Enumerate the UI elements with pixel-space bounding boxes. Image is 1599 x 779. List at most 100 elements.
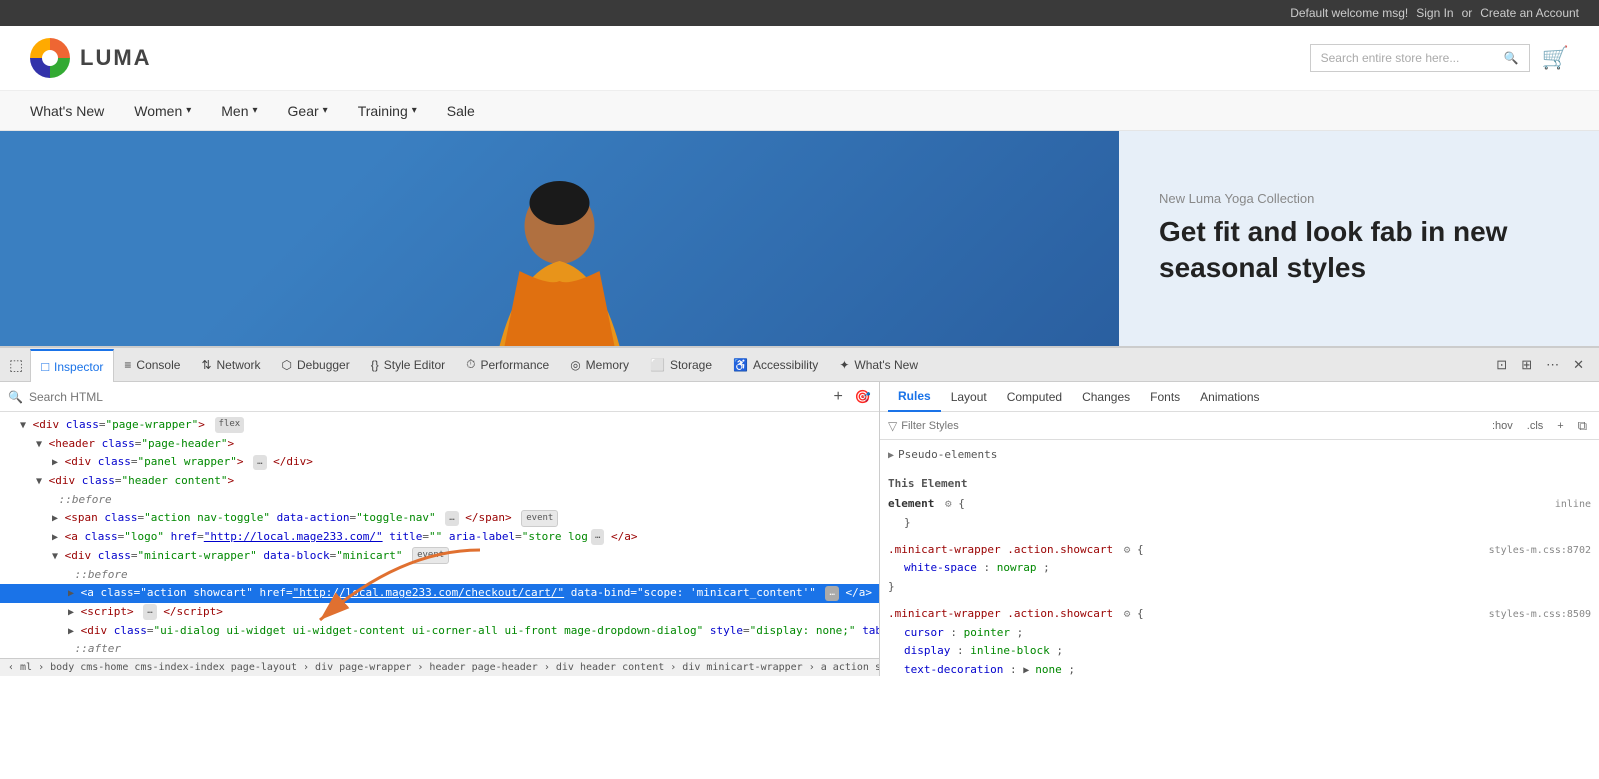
css-tab-changes[interactable]: Changes bbox=[1072, 382, 1140, 412]
dock-separate-button[interactable]: ⊡ bbox=[1491, 355, 1512, 375]
style-editor-tab-icon: {} bbox=[371, 358, 379, 372]
search-html-input[interactable] bbox=[29, 390, 822, 404]
search-icon[interactable]: 🔍 bbox=[1504, 51, 1519, 65]
add-node-button[interactable]: + bbox=[827, 388, 848, 406]
expand-icon[interactable] bbox=[68, 623, 74, 640]
css-filter-input[interactable] bbox=[901, 420, 1484, 432]
html-panel: 🔍 + 🎯 <div class="page-wrapper"> flex <h… bbox=[0, 382, 880, 676]
html-line: ::before bbox=[0, 566, 879, 585]
tab-memory[interactable]: ◎ Memory bbox=[560, 348, 640, 382]
ellipsis-badge: … bbox=[253, 455, 266, 470]
minicart-rule-2-header: .minicart-wrapper .action.showcart ⚙ { s… bbox=[888, 605, 1591, 624]
css-tab-layout[interactable]: Layout bbox=[941, 382, 997, 412]
hero-subtitle: New Luma Yoga Collection bbox=[1159, 191, 1559, 206]
console-tab-icon: ≡ bbox=[124, 358, 131, 372]
or-separator: or bbox=[1462, 6, 1473, 20]
expand-icon[interactable] bbox=[52, 529, 58, 546]
pseudo-elements-expand[interactable] bbox=[888, 446, 894, 465]
expand-icon[interactable] bbox=[36, 473, 42, 490]
expand-icon[interactable] bbox=[52, 548, 58, 565]
logo-text[interactable]: LUMA bbox=[80, 45, 152, 71]
element-rule-close: } bbox=[888, 514, 1591, 533]
performance-tab-label: Performance bbox=[480, 358, 549, 372]
tab-inspector[interactable]: □ Inspector bbox=[30, 349, 114, 383]
tab-style-editor[interactable]: {} Style Editor bbox=[361, 348, 456, 382]
minicart-gear-2-icon[interactable]: ⚙ bbox=[1124, 607, 1131, 620]
event-badge[interactable]: event bbox=[521, 510, 558, 527]
event-badge[interactable]: event bbox=[412, 547, 449, 564]
devtools-window-actions: ⊡ ⊞ ⋯ ✕ bbox=[1491, 355, 1595, 375]
expand-icon[interactable] bbox=[52, 510, 58, 527]
tab-performance[interactable]: ⏱ Performance bbox=[456, 348, 560, 382]
cart-icon[interactable]: 🛒 bbox=[1542, 45, 1569, 71]
css-tab-animations[interactable]: Animations bbox=[1190, 382, 1269, 412]
breadcrumb: ‹ ml › body cms-home cms-index-index pag… bbox=[0, 658, 879, 676]
html-line[interactable]: <div class="panel wrapper"> … </div> bbox=[0, 453, 879, 472]
html-line[interactable]: <div class="minicart-wrapper" data-block… bbox=[0, 547, 879, 566]
create-account-link[interactable]: Create an Account bbox=[1480, 6, 1579, 20]
add-rule-button[interactable]: + bbox=[1553, 418, 1567, 434]
html-line[interactable]: <div class="ui-dialog ui-widget ui-widge… bbox=[0, 622, 879, 641]
pick-element-button[interactable]: ⬚ bbox=[4, 354, 28, 376]
pseudo-elements-row[interactable]: Pseudo-elements bbox=[888, 444, 1591, 467]
sign-in-link[interactable]: Sign In bbox=[1416, 6, 1453, 20]
css-filter-right: :hov .cls + ⧉ bbox=[1488, 416, 1591, 436]
tab-console[interactable]: ≡ Console bbox=[114, 348, 191, 382]
devtools-panel: ⬚ □ Inspector ≡ Console ⇅ Network ⬡ Debu… bbox=[0, 346, 1599, 676]
nav-training[interactable]: Training ▾ bbox=[358, 103, 417, 119]
debugger-tab-label: Debugger bbox=[297, 358, 350, 372]
copy-rules-button[interactable]: ⧉ bbox=[1574, 416, 1591, 436]
expand-icon[interactable] bbox=[68, 604, 74, 621]
minicart-gear-1-icon[interactable]: ⚙ bbox=[1124, 543, 1131, 556]
expand-icon[interactable] bbox=[68, 585, 74, 602]
filter-icon: ▽ bbox=[888, 419, 897, 433]
tab-whats-new[interactable]: ✦ What's New bbox=[829, 348, 929, 382]
html-line[interactable]: <div class="page-wrapper"> flex bbox=[0, 416, 879, 435]
dock-bottom-button[interactable]: ⊞ bbox=[1516, 355, 1537, 375]
cls-button[interactable]: .cls bbox=[1523, 418, 1548, 434]
expand-icon[interactable] bbox=[36, 436, 42, 453]
nav-women-arrow: ▾ bbox=[186, 105, 191, 116]
html-search-bar: 🔍 + 🎯 bbox=[0, 382, 879, 412]
nav-whats-new[interactable]: What's New bbox=[30, 103, 104, 119]
console-tab-label: Console bbox=[136, 358, 180, 372]
ellipsis-badge: … bbox=[143, 604, 156, 619]
html-line[interactable]: <a class="logo" href="http://local.mage2… bbox=[0, 528, 879, 547]
performance-tab-icon: ⏱ bbox=[466, 357, 475, 372]
hero-svg bbox=[0, 131, 1119, 346]
expand-icon[interactable] bbox=[20, 417, 26, 434]
search-box[interactable]: Search entire store here... 🔍 bbox=[1310, 44, 1530, 72]
nav-gear[interactable]: Gear ▾ bbox=[288, 103, 328, 119]
more-options-button[interactable]: ⋯ bbox=[1541, 355, 1564, 375]
css-tab-rules[interactable]: Rules bbox=[888, 382, 941, 412]
expand-icon[interactable] bbox=[52, 454, 58, 471]
css-prop-display: display : inline-block ; bbox=[888, 642, 1591, 661]
html-content: <div class="page-wrapper"> flex <header … bbox=[0, 412, 879, 658]
css-tab-computed[interactable]: Computed bbox=[997, 382, 1072, 412]
nav-training-arrow: ▾ bbox=[412, 105, 417, 116]
html-line[interactable]: <script> … </script> bbox=[0, 603, 879, 622]
css-tab-fonts[interactable]: Fonts bbox=[1140, 382, 1190, 412]
minicart-rule-1-header: .minicart-wrapper .action.showcart ⚙ { s… bbox=[888, 541, 1591, 560]
html-line[interactable]: <div class="header content"> bbox=[0, 472, 879, 491]
tab-storage[interactable]: ⬜ Storage bbox=[640, 348, 723, 382]
logo-icon[interactable] bbox=[30, 38, 70, 78]
html-line[interactable]: <header class="page-header"> bbox=[0, 435, 879, 454]
tab-debugger[interactable]: ⬡ Debugger bbox=[272, 348, 361, 382]
tab-accessibility[interactable]: ♿ Accessibility bbox=[723, 348, 829, 382]
style-editor-tab-label: Style Editor bbox=[384, 358, 445, 372]
tab-network[interactable]: ⇅ Network bbox=[191, 348, 271, 382]
top-bar: Default welcome msg! Sign In or Create a… bbox=[0, 0, 1599, 26]
nav-women[interactable]: Women ▾ bbox=[134, 103, 191, 119]
html-line-selected[interactable]: <a class="action showcart" href="http://… bbox=[0, 584, 879, 603]
nav-sale[interactable]: Sale bbox=[447, 103, 475, 119]
nav-men[interactable]: Men ▾ bbox=[221, 103, 257, 119]
css-content: Pseudo-elements This Element element ⚙ { bbox=[880, 440, 1599, 676]
close-devtools-button[interactable]: ✕ bbox=[1568, 355, 1589, 375]
pick-node-button[interactable]: 🎯 bbox=[855, 389, 871, 405]
site-header: LUMA Search entire store here... 🔍 🛒 bbox=[0, 26, 1599, 91]
ellipsis-badge: … bbox=[825, 586, 838, 601]
hov-button[interactable]: :hov bbox=[1488, 418, 1517, 434]
element-gear-icon[interactable]: ⚙ bbox=[945, 497, 952, 510]
html-line[interactable]: <span class="action nav-toggle" data-act… bbox=[0, 509, 879, 528]
